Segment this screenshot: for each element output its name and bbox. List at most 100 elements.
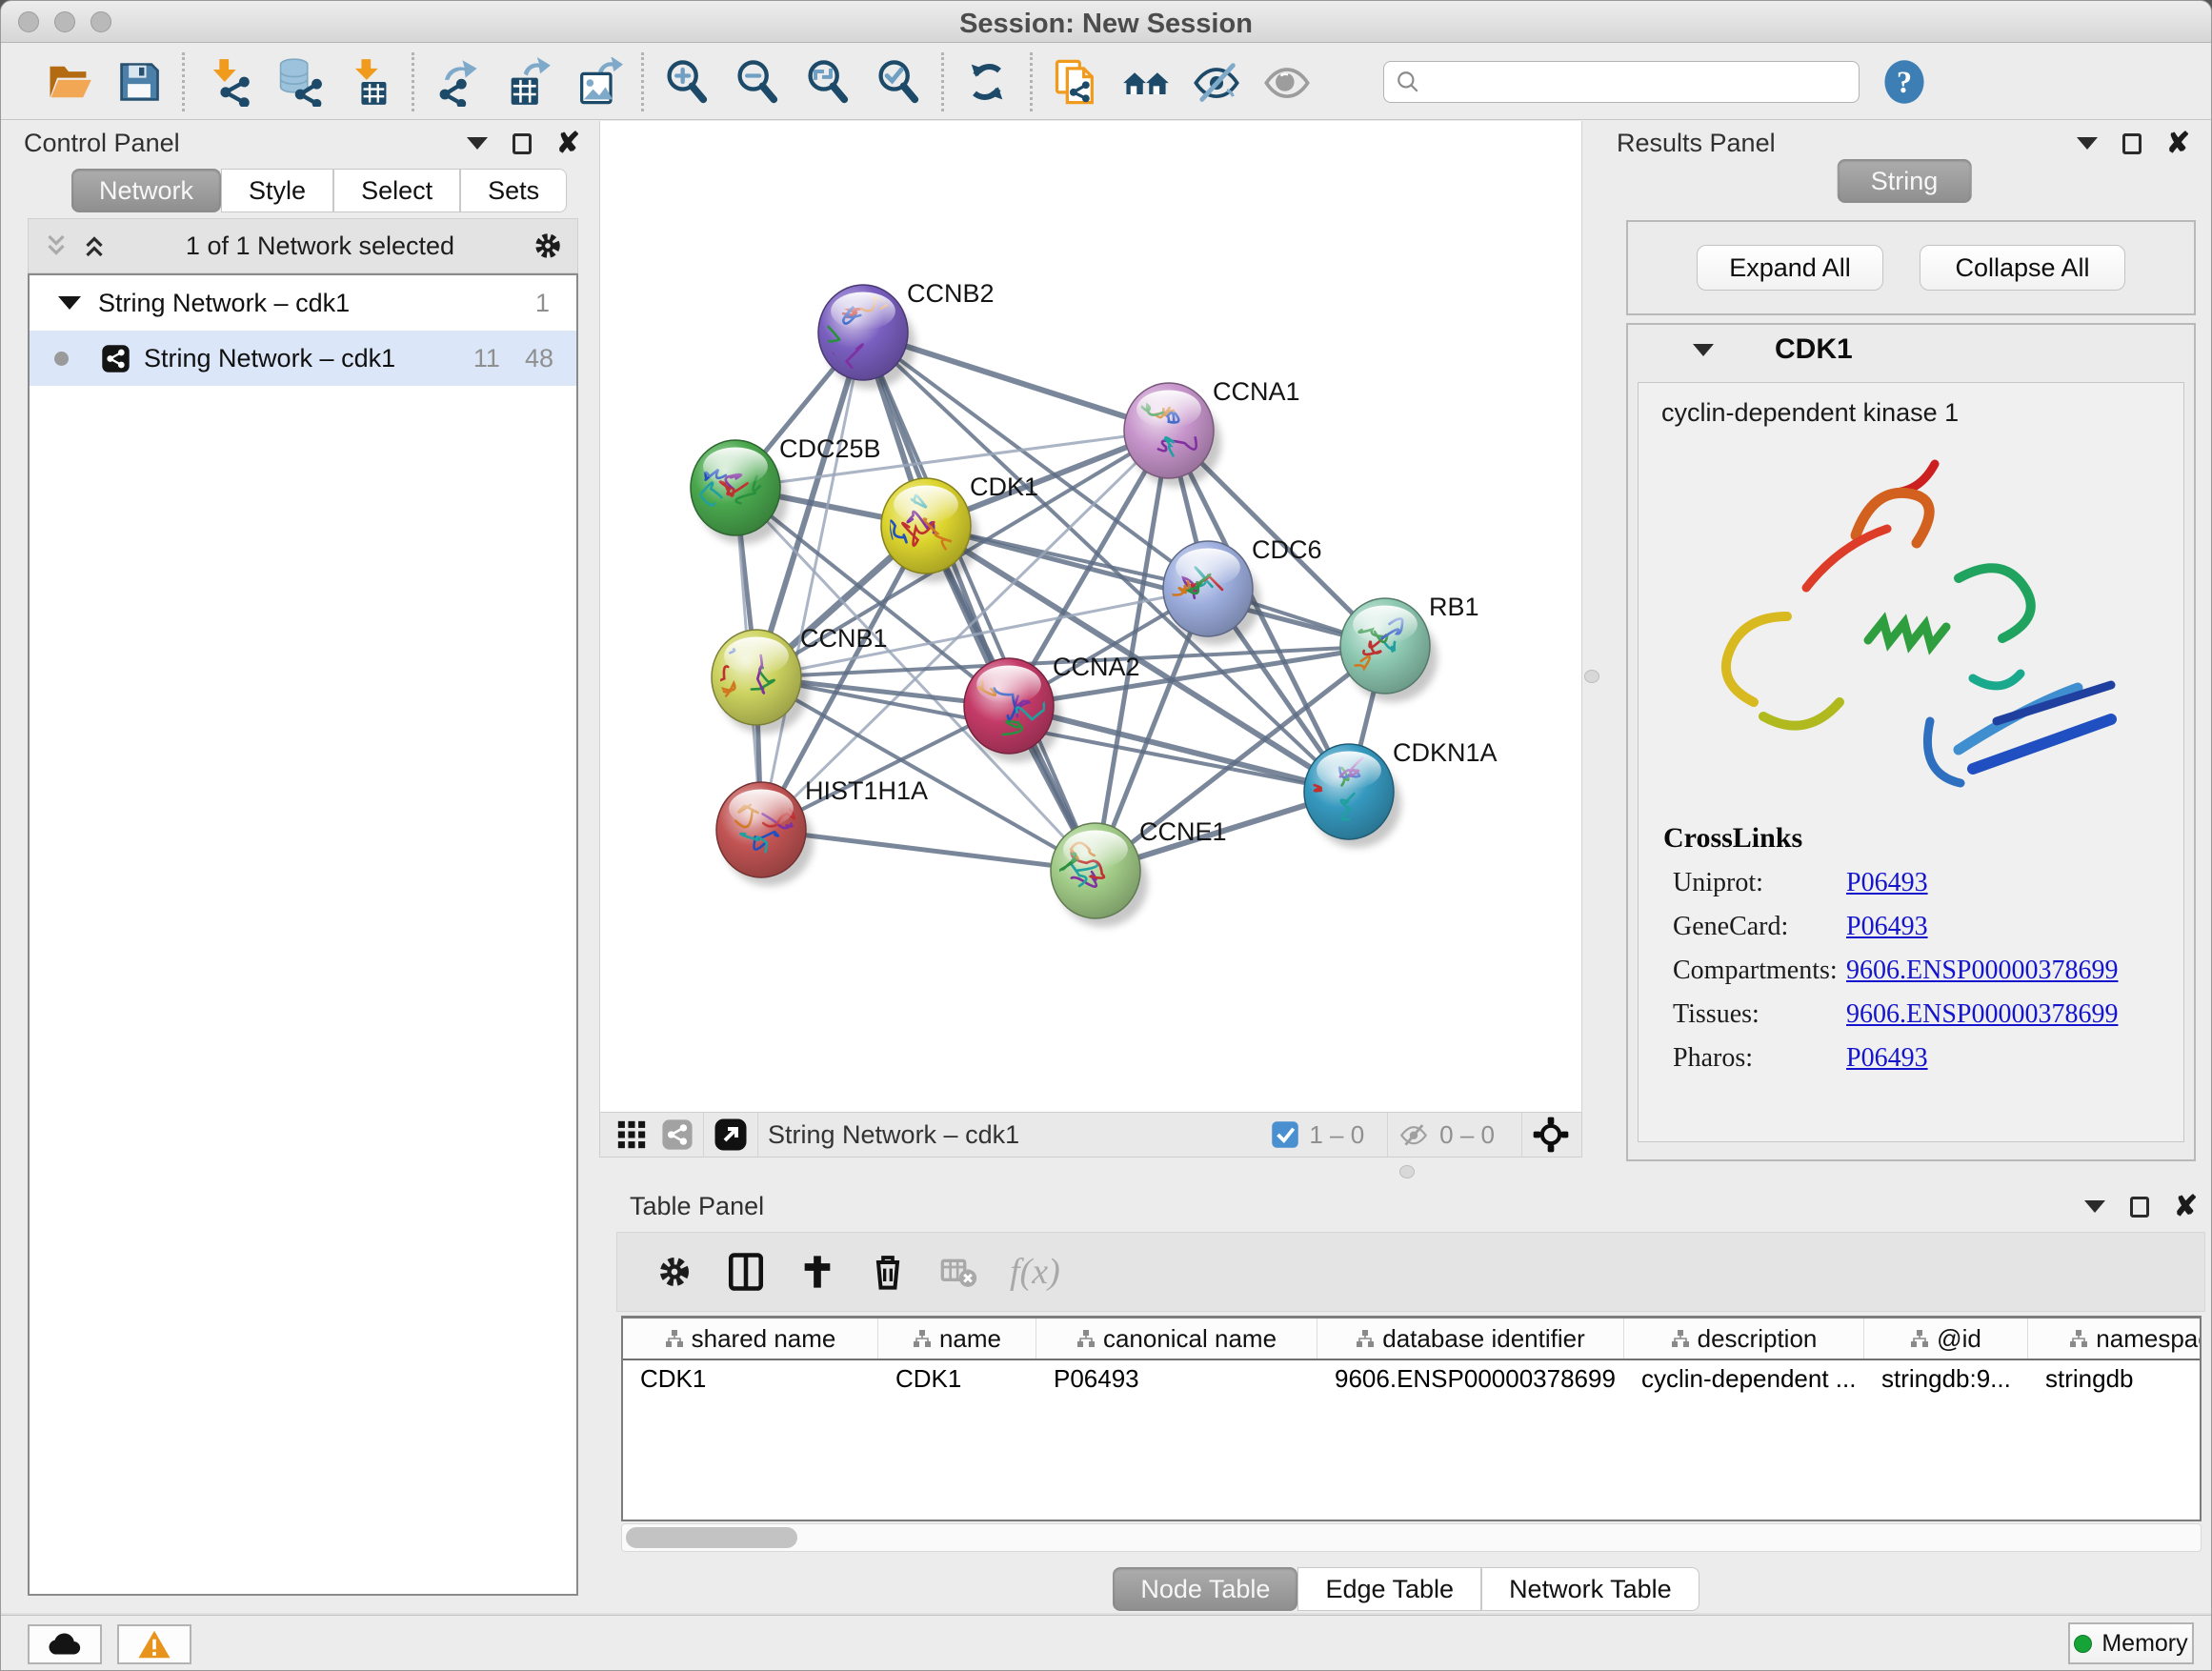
- apply-layout-icon[interactable]: [952, 50, 1022, 114]
- table-cell[interactable]: P06493: [1036, 1360, 1317, 1400]
- node-RB1[interactable]: RB1: [1340, 593, 1479, 702]
- add-column-icon[interactable]: [798, 1253, 836, 1291]
- zoom-fit-icon[interactable]: [793, 50, 863, 114]
- network-row[interactable]: String Network – cdk1 11 48: [30, 331, 576, 386]
- tab-style[interactable]: Style: [221, 169, 333, 212]
- column-header-sharedname[interactable]: shared name: [623, 1319, 878, 1359]
- column-header-id[interactable]: @id: [1864, 1319, 2028, 1359]
- crosslink-link[interactable]: P06493: [1846, 868, 1928, 898]
- cloud-button[interactable]: [28, 1624, 102, 1664]
- delete-column-icon[interactable]: [869, 1253, 907, 1291]
- tree-expander-icon[interactable]: [58, 296, 81, 310]
- search-field[interactable]: [1383, 61, 1860, 103]
- grid-view-icon[interactable]: [615, 1118, 648, 1151]
- crosslink-link[interactable]: 9606.ENSP00000378699: [1846, 999, 2118, 1030]
- panel-float-icon[interactable]: [513, 133, 532, 154]
- import-network-database-icon[interactable]: [263, 50, 333, 114]
- column-header-label: description: [1698, 1324, 1818, 1354]
- horizontal-splitter-handle[interactable]: [1399, 1165, 1415, 1178]
- table-gear-icon[interactable]: [655, 1253, 694, 1291]
- open-session-icon[interactable]: [33, 50, 104, 114]
- table-hscrollbar[interactable]: [621, 1523, 2202, 1552]
- hidden-eye-icon: [1398, 1118, 1430, 1151]
- tab-network-table[interactable]: Network Table: [1481, 1567, 1699, 1611]
- tab-sets[interactable]: Sets: [460, 169, 567, 212]
- selected-checkbox-icon[interactable]: [1271, 1120, 1299, 1149]
- column-header-name[interactable]: name: [878, 1319, 1036, 1359]
- node-CCNE1[interactable]: CCNE1: [1051, 817, 1227, 927]
- toolbar-divider: [182, 52, 185, 111]
- panel-close-icon[interactable]: ✘: [2166, 133, 2190, 154]
- crosslink-row: Compartments:9606.ENSP00000378699: [1673, 956, 2183, 986]
- import-network-icon[interactable]: [192, 50, 263, 114]
- help-icon[interactable]: ?: [1869, 50, 1940, 114]
- attribute-icon: [1076, 1329, 1096, 1348]
- export-table-icon[interactable]: [493, 50, 563, 114]
- columns-icon[interactable]: [726, 1252, 766, 1292]
- panel-float-icon[interactable]: [2122, 133, 2142, 154]
- show-all-icon[interactable]: [1252, 50, 1322, 114]
- node-HIST1H1A[interactable]: HIST1H1A: [716, 776, 928, 886]
- table-cell[interactable]: stringdb: [2028, 1360, 2202, 1400]
- table-row[interactable]: CDK1CDK1P064939606.ENSP00000378699cyclin…: [623, 1360, 2200, 1400]
- string-tab[interactable]: String: [1838, 159, 1972, 203]
- tab-select[interactable]: Select: [333, 169, 460, 212]
- network-collection-row[interactable]: String Network – cdk1 1: [30, 275, 576, 331]
- save-session-icon[interactable]: [104, 50, 174, 114]
- share-view-icon[interactable]: [661, 1118, 694, 1151]
- gene-expander-icon[interactable]: [1693, 344, 1714, 356]
- birdseye-icon[interactable]: [1532, 1116, 1570, 1154]
- table-cell[interactable]: CDK1: [878, 1360, 1036, 1400]
- crosslink-link[interactable]: P06493: [1846, 912, 1928, 942]
- panel-close-icon[interactable]: ✘: [556, 133, 580, 154]
- tab-network[interactable]: Network: [71, 169, 221, 212]
- warning-button[interactable]: [117, 1624, 191, 1664]
- hide-selected-icon[interactable]: [1181, 50, 1252, 114]
- node-CDK1[interactable]: CDK1: [881, 473, 1038, 582]
- new-network-from-selection-icon[interactable]: [1040, 50, 1111, 114]
- edge-CCNB2-HIST1H1A[interactable]: [761, 332, 863, 830]
- panel-float-icon[interactable]: [2130, 1197, 2149, 1218]
- crosslink-link[interactable]: P06493: [1846, 1043, 1928, 1074]
- scrollbar-thumb[interactable]: [626, 1527, 797, 1548]
- collapse-all-chevron-icon[interactable]: [42, 232, 70, 260]
- node-table[interactable]: shared namenamecanonical namedatabase id…: [621, 1316, 2202, 1521]
- open-external-icon[interactable]: [714, 1117, 748, 1152]
- edge-count: 48: [525, 344, 553, 373]
- string-network-graph[interactable]: CCNB2CCNA1CDC25BCDK1CDC6RB1CCNB1CCNA2CDK…: [600, 121, 1581, 1110]
- zoom-in-icon[interactable]: [652, 50, 722, 114]
- gear-icon[interactable]: [532, 230, 564, 262]
- panel-menu-icon[interactable]: [2077, 137, 2098, 150]
- column-header-description[interactable]: description: [1624, 1319, 1864, 1359]
- crosslink-label: Uniprot:: [1673, 868, 1846, 898]
- column-header-canonicalname[interactable]: canonical name: [1036, 1319, 1317, 1359]
- panel-close-icon[interactable]: ✘: [2174, 1197, 2198, 1218]
- panel-menu-icon[interactable]: [467, 137, 488, 150]
- table-cell[interactable]: stringdb:9...: [1864, 1360, 2028, 1400]
- zoom-out-icon[interactable]: [722, 50, 793, 114]
- tab-node-table[interactable]: Node Table: [1113, 1567, 1297, 1611]
- import-table-icon[interactable]: [333, 50, 404, 114]
- tab-edge-table[interactable]: Edge Table: [1297, 1567, 1481, 1611]
- double-house-icon[interactable]: [1111, 50, 1181, 114]
- table-cell[interactable]: 9606.ENSP00000378699: [1317, 1360, 1624, 1400]
- panel-menu-icon[interactable]: [2084, 1200, 2105, 1213]
- zoom-selected-icon[interactable]: [863, 50, 934, 114]
- expand-all-button[interactable]: Expand All: [1697, 245, 1883, 291]
- memory-button[interactable]: Memory: [2068, 1622, 2194, 1664]
- export-network-icon[interactable]: [422, 50, 493, 114]
- node-CDC6[interactable]: CDC6: [1163, 535, 1322, 645]
- vertical-splitter-handle[interactable]: [1584, 670, 1599, 683]
- table-cell[interactable]: cyclin-dependent ...: [1624, 1360, 1864, 1400]
- collapse-all-button[interactable]: Collapse All: [1920, 245, 2125, 291]
- node-CDKN1A[interactable]: CDKN1A: [1293, 738, 1498, 848]
- expand-all-chevron-icon[interactable]: [80, 232, 109, 260]
- search-input[interactable]: [1428, 64, 1859, 100]
- export-image-icon[interactable]: [563, 50, 633, 114]
- column-header-namespace[interactable]: namespace: [2028, 1319, 2202, 1359]
- table-cell[interactable]: CDK1: [623, 1360, 878, 1400]
- network-canvas[interactable]: CCNB2CCNA1CDC25BCDK1CDC6RB1CCNB1CCNA2CDK…: [599, 121, 1582, 1112]
- column-header-databaseidentifier[interactable]: database identifier: [1317, 1319, 1624, 1359]
- gene-header-row[interactable]: CDK1: [1628, 325, 2194, 374]
- crosslink-link[interactable]: 9606.ENSP00000378699: [1846, 956, 2118, 986]
